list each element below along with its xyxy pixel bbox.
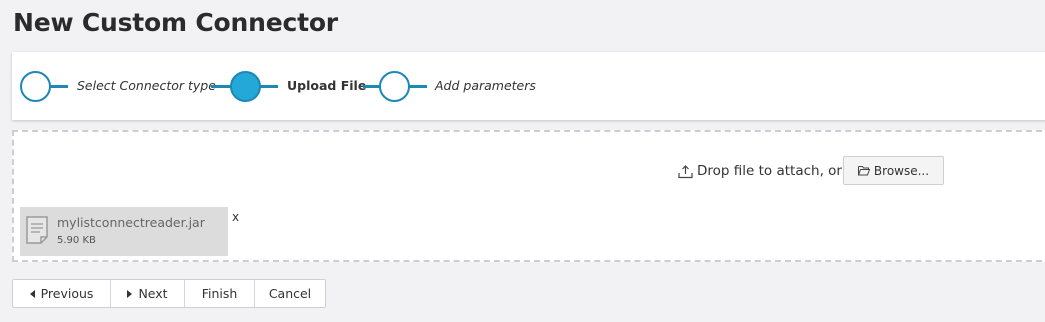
next-button[interactable]: Next — [111, 280, 185, 307]
chevron-right-icon — [127, 289, 133, 298]
chevron-left-icon — [29, 289, 35, 298]
page-title: New Custom Connector — [13, 8, 338, 37]
upload-icon — [678, 164, 693, 178]
browse-button[interactable]: Browse... — [843, 156, 944, 185]
step-2-label[interactable]: Upload File — [287, 78, 366, 93]
page: New Custom Connector Select Connector ty… — [0, 0, 1045, 322]
file-size: 5.90 KB — [57, 235, 96, 246]
step-connector-line — [260, 85, 278, 88]
next-label: Next — [138, 286, 168, 301]
step-1-circle[interactable] — [20, 71, 51, 102]
step-3-label[interactable]: Add parameters — [435, 78, 536, 93]
step-1-label[interactable]: Select Connector type — [77, 78, 216, 93]
step-2-circle[interactable] — [230, 71, 261, 102]
drop-instructions: Drop file to attach, or — [678, 163, 842, 179]
finish-button[interactable]: Finish — [185, 280, 255, 307]
wizard-buttons: Previous Next Finish Cancel — [12, 279, 326, 308]
remove-file-button[interactable]: x — [232, 210, 239, 224]
wizard-steps: Select Connector type Upload File Add pa… — [12, 52, 1045, 120]
previous-button[interactable]: Previous — [13, 280, 111, 307]
step-3-circle[interactable] — [379, 71, 410, 102]
step-connector-line — [50, 85, 68, 88]
previous-label: Previous — [40, 286, 94, 301]
drop-text: Drop file to attach, or — [697, 163, 842, 179]
file-drop-zone[interactable]: Drop file to attach, or Browse... mylist… — [12, 130, 1045, 262]
attached-file: mylistconnectreader.jar 5.90 KB — [20, 207, 228, 256]
file-name: mylistconnectreader.jar — [57, 215, 205, 230]
folder-open-icon — [857, 166, 870, 176]
browse-label: Browse... — [873, 163, 930, 178]
step-connector-line — [211, 85, 231, 88]
cancel-button[interactable]: Cancel — [255, 280, 325, 307]
cancel-label: Cancel — [268, 286, 312, 301]
step-connector-line — [409, 85, 427, 88]
finish-label: Finish — [201, 286, 238, 301]
file-icon — [26, 216, 48, 244]
